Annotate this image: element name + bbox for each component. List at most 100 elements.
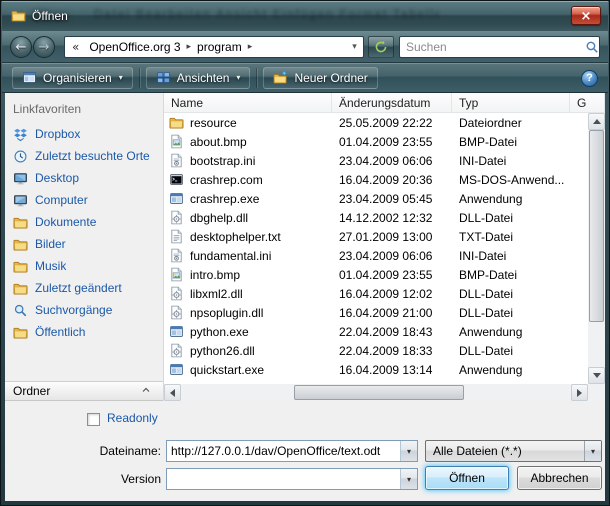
sidebar-item-suchvorgänge[interactable]: Suchvorgänge <box>5 299 163 321</box>
file-name: about.bmp <box>190 135 247 149</box>
column-header-modified[interactable]: Änderungsdatum <box>332 93 452 112</box>
scrollbar-corner <box>588 384 605 401</box>
file-type: Anwendung <box>452 325 570 339</box>
list-header: Name Änderungsdatum Typ G <box>164 93 605 113</box>
sidebar-item-label: Computer <box>35 193 88 207</box>
dll-file-icon <box>169 343 184 358</box>
file-type: BMP-Datei <box>452 135 570 149</box>
file-row[interactable]: python.exe 22.04.2009 18:43 Anwendung <box>164 322 588 341</box>
folder-icon <box>13 237 28 252</box>
scroll-left-button[interactable] <box>164 384 181 401</box>
close-icon: × <box>581 9 592 24</box>
breadcrumb-separator-icon[interactable]: ▸ <box>247 42 254 52</box>
file-modified-date: 23.04.2009 06:06 <box>332 154 452 168</box>
file-modified-date: 23.04.2009 06:06 <box>332 249 452 263</box>
sidebar-item-desktop[interactable]: Desktop <box>5 167 163 189</box>
sidebar-item-bilder[interactable]: Bilder <box>5 233 163 255</box>
search-input[interactable] <box>400 40 584 54</box>
open-button[interactable]: Öffnen <box>425 466 509 490</box>
sidebar-item-musik[interactable]: Musik <box>5 255 163 277</box>
breadcrumb-overflow-icon[interactable]: « <box>65 40 84 54</box>
filename-dropdown-icon[interactable]: ▾ <box>400 441 417 461</box>
back-button[interactable]: ← <box>10 36 32 58</box>
breadcrumb-segment[interactable]: program <box>192 40 247 54</box>
filename-input[interactable] <box>167 444 400 458</box>
views-label: Ansichten <box>177 71 230 85</box>
version-dropdown-icon[interactable]: ▾ <box>400 469 417 489</box>
dos-file-icon <box>169 172 184 187</box>
vertical-scrollbar[interactable] <box>588 113 605 384</box>
file-row[interactable]: bootstrap.ini 23.04.2009 06:06 INI-Datei <box>164 151 588 170</box>
horizontal-scrollbar-thumb[interactable] <box>294 385 464 400</box>
vertical-scrollbar-thumb[interactable] <box>589 130 604 322</box>
file-type: BMP-Datei <box>452 268 570 282</box>
sidebar-item-label: Öffentlich <box>35 325 85 339</box>
organize-label: Organisieren <box>43 71 112 85</box>
folder-icon <box>13 281 28 296</box>
breadcrumb[interactable]: « OpenOffice.org 3 ▸ program ▸ ▾ <box>64 36 364 58</box>
filetype-dropdown-icon[interactable]: ▾ <box>584 441 601 461</box>
organize-button[interactable]: Organisieren ▾ <box>12 67 133 89</box>
file-row[interactable]: crashrep.exe 23.04.2009 05:45 Anwendung <box>164 189 588 208</box>
chevron-down-icon: ▾ <box>119 73 123 82</box>
sidebar-item-label: Bilder <box>35 237 66 251</box>
sidebar-item-dokumente[interactable]: Dokumente <box>5 211 163 233</box>
file-modified-date: 16.04.2009 21:00 <box>332 306 452 320</box>
file-type: DLL-Datei <box>452 287 570 301</box>
command-toolbar: Organisieren ▾ Ansichten ▾ Neuer Ordner … <box>2 63 608 93</box>
new-folder-button[interactable]: Neuer Ordner <box>263 67 377 89</box>
cancel-button[interactable]: Abbrechen <box>517 466 602 490</box>
file-row[interactable]: about.bmp 01.04.2009 23:55 BMP-Datei <box>164 132 588 151</box>
file-modified-date: 25.05.2009 22:22 <box>332 116 452 130</box>
file-row[interactable]: intro.bmp 01.04.2009 23:55 BMP-Datei <box>164 265 588 284</box>
file-type: INI-Datei <box>452 249 570 263</box>
folders-expander[interactable]: Ordner <box>5 381 163 401</box>
column-header-name[interactable]: Name <box>164 93 332 112</box>
version-input[interactable] <box>167 472 400 486</box>
dialog-body: Linkfavoriten Dropbox Zuletzt besuchte O… <box>5 93 605 501</box>
scroll-down-button[interactable] <box>588 367 605 384</box>
file-row[interactable]: python26.dll 22.04.2009 18:33 DLL-Datei <box>164 341 588 360</box>
file-row[interactable]: resource 25.05.2009 22:22 Dateiordner <box>164 113 588 132</box>
breadcrumb-segment[interactable]: OpenOffice.org 3 <box>84 40 185 54</box>
file-modified-date: 27.01.2009 13:00 <box>332 230 452 244</box>
filename-combobox: ▾ <box>166 440 418 462</box>
forward-button[interactable]: → <box>33 36 55 58</box>
file-row[interactable]: libxml2.dll 16.04.2009 12:02 DLL-Datei <box>164 284 588 303</box>
file-name: crashrep.exe <box>190 192 259 206</box>
file-row[interactable]: fundamental.ini 23.04.2009 06:06 INI-Dat… <box>164 246 588 265</box>
file-row[interactable]: crashrep.com 16.04.2009 20:36 MS-DOS-Anw… <box>164 170 588 189</box>
folder-file-icon <box>169 115 184 130</box>
scroll-up-button[interactable] <box>588 113 605 130</box>
file-modified-date: 23.04.2009 05:45 <box>332 192 452 206</box>
file-name: resource <box>190 116 237 130</box>
background-menu-text: Datei Bearbeiten Ansicht Einfügen Format… <box>94 9 439 21</box>
file-modified-date: 01.04.2009 23:55 <box>332 135 452 149</box>
sidebar-item-zuletzt-besuchte-orte[interactable]: Zuletzt besuchte Orte <box>5 145 163 167</box>
scroll-right-button[interactable] <box>571 384 588 401</box>
ini-file-icon <box>169 153 184 168</box>
refresh-button[interactable] <box>368 36 394 58</box>
column-header-size[interactable]: G <box>570 93 605 112</box>
image-file-icon <box>169 267 184 282</box>
sidebar-item-label: Dokumente <box>35 215 96 229</box>
favorites-list: Dropbox Zuletzt besuchte Orte Desktop Co… <box>5 123 163 343</box>
file-row[interactable]: npsoplugin.dll 16.04.2009 21:00 DLL-Date… <box>164 303 588 322</box>
views-button[interactable]: Ansichten ▾ <box>146 67 251 89</box>
sidebar-item-dropbox[interactable]: Dropbox <box>5 123 163 145</box>
horizontal-scrollbar[interactable] <box>164 384 588 401</box>
file-row[interactable]: dbghelp.dll 14.12.2002 12:32 DLL-Datei <box>164 208 588 227</box>
sidebar-item-zuletzt-geändert[interactable]: Zuletzt geändert <box>5 277 163 299</box>
sidebar-item-öffentlich[interactable]: Öffentlich <box>5 321 163 343</box>
file-row[interactable]: quickstart.exe 16.04.2009 13:14 Anwendun… <box>164 360 588 379</box>
column-header-type[interactable]: Typ <box>452 93 570 112</box>
file-row[interactable]: desktophelper.txt 27.01.2009 13:00 TXT-D… <box>164 227 588 246</box>
close-button[interactable]: × <box>571 6 601 25</box>
folder-icon <box>13 325 28 340</box>
address-dropdown-icon[interactable]: ▾ <box>346 42 363 52</box>
version-combobox: ▾ <box>166 468 418 490</box>
readonly-checkbox[interactable] <box>87 413 100 426</box>
sidebar-item-computer[interactable]: Computer <box>5 189 163 211</box>
filetype-combobox[interactable]: Alle Dateien (*.*) ▾ <box>425 440 602 462</box>
help-button[interactable]: ? <box>581 70 598 87</box>
